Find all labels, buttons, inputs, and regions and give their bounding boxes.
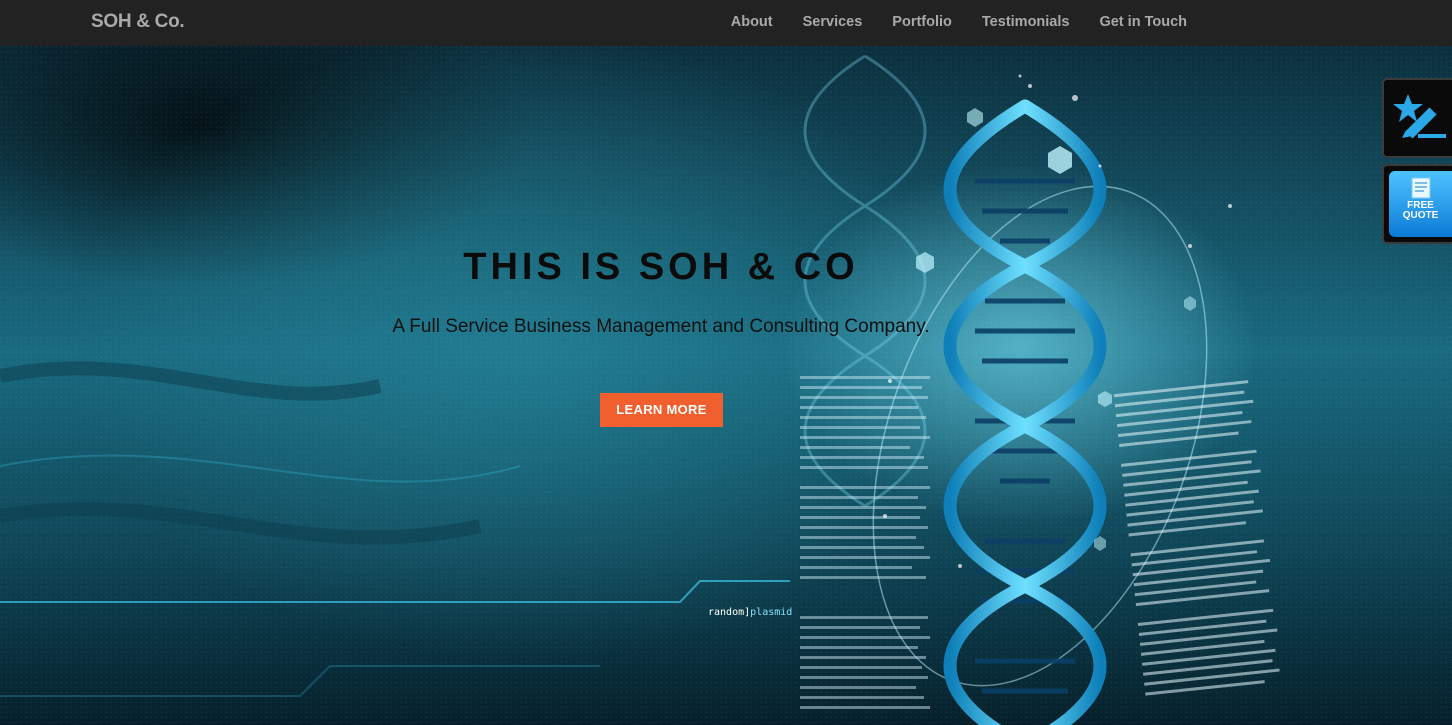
quote-line-2: QUOTE bbox=[1402, 210, 1439, 221]
side-tab-feedback[interactable] bbox=[1382, 78, 1452, 158]
free-quote-label: FREE QUOTE bbox=[1389, 201, 1452, 221]
star-pencil-icon bbox=[1393, 94, 1446, 139]
caption-right: plasmid bbox=[750, 607, 793, 618]
nav-menu: About Services Portfolio Testimonials Ge… bbox=[716, 0, 1202, 44]
top-navbar: SOH & Co. About Services Portfolio Testi… bbox=[0, 0, 1452, 46]
free-quote-badge: FREE QUOTE bbox=[1389, 171, 1452, 237]
nav-link-services[interactable]: Services bbox=[788, 0, 878, 44]
image-caption: random]plasmid bbox=[708, 607, 792, 618]
brand-logo[interactable]: SOH & Co. bbox=[91, 0, 185, 44]
nav-link-portfolio[interactable]: Portfolio bbox=[877, 0, 967, 44]
document-icon bbox=[1411, 177, 1431, 199]
nav-link-about[interactable]: About bbox=[716, 0, 788, 44]
hero-title: THIS IS SOH & CO bbox=[463, 246, 859, 288]
caption-left: random] bbox=[708, 607, 751, 618]
hero-section: THIS IS SOH & CO A Full Service Business… bbox=[0, 46, 1452, 725]
hero-subtitle: A Full Service Business Management and C… bbox=[392, 316, 930, 337]
nav-link-get-in-touch[interactable]: Get in Touch bbox=[1084, 0, 1202, 44]
dna-background-image bbox=[0, 46, 1452, 725]
learn-more-button[interactable]: LEARN MORE bbox=[600, 393, 723, 427]
nav-link-testimonials[interactable]: Testimonials bbox=[967, 0, 1085, 44]
side-tab-free-quote[interactable]: FREE QUOTE bbox=[1382, 164, 1452, 244]
